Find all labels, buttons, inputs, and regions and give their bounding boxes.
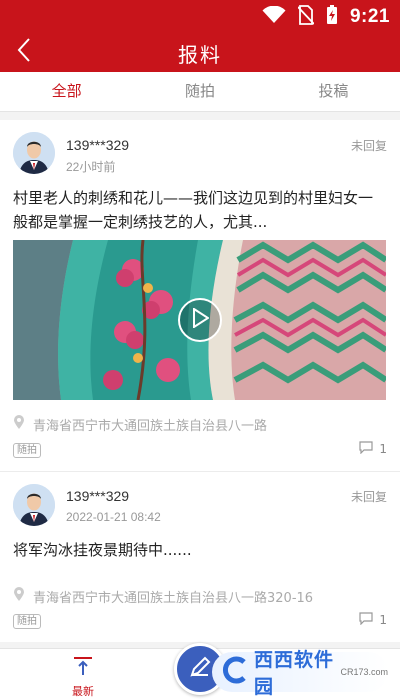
avatar[interactable] — [13, 484, 55, 526]
no-sim-icon — [297, 5, 315, 29]
post-card[interactable]: 139***329 2022-01-21 08:42 未回复 将军沟冰挂夜景期待… — [0, 472, 400, 642]
location: 青海省西宁市大通回族土族自治县八一路320-16 — [13, 586, 313, 606]
location-pin-icon — [13, 414, 25, 434]
play-button[interactable] — [178, 298, 222, 342]
page-title: 报料 — [178, 43, 222, 67]
post-card[interactable]: 139***329 22小时前 未回复 村里老人的刺绣和花儿——我们这边见到的村… — [0, 120, 400, 472]
video-thumbnail[interactable] — [13, 240, 386, 400]
nav-latest-label: 最新 — [72, 685, 94, 698]
wifi-icon — [262, 5, 286, 28]
user-name: 139***329 — [66, 137, 130, 153]
battery-charging-icon — [326, 5, 338, 29]
category-tag: 随拍 — [13, 443, 41, 458]
reply-status: 未回复 — [350, 490, 387, 504]
status-bar: 9:21 — [0, 0, 400, 33]
comment-count: 1 — [379, 613, 387, 627]
post-time: 22小时前 — [66, 160, 116, 174]
nav-latest[interactable]: 最新 — [48, 655, 118, 699]
post-time: 2022-01-21 08:42 — [66, 510, 161, 524]
watermark-c-icon — [222, 656, 250, 688]
post-text[interactable]: 将军沟冰挂夜景期待中...... — [13, 538, 387, 562]
status-icons: 9:21 — [262, 5, 390, 29]
watermark-logo: 西西软件园 CR173.com — [212, 650, 388, 698]
tab-snapshots[interactable]: 随拍 — [133, 72, 266, 111]
tab-submissions[interactable]: 投稿 — [267, 72, 400, 111]
category-tag: 随拍 — [13, 614, 41, 629]
comment-count: 1 — [379, 442, 387, 456]
location-text: 青海省西宁市大通回族土族自治县八一路 — [33, 418, 268, 434]
location-text: 青海省西宁市大通回族土族自治县八一路320-16 — [33, 590, 314, 606]
play-icon — [191, 307, 210, 332]
latest-icon — [72, 657, 94, 681]
pen-icon — [187, 654, 213, 684]
tab-all[interactable]: 全部 — [0, 72, 133, 111]
tab-bar: 全部 随拍 投稿 — [0, 72, 400, 112]
comment-button[interactable]: 1 — [359, 441, 387, 457]
user-name: 139***329 — [66, 488, 130, 504]
reply-status: 未回复 — [350, 139, 387, 153]
watermark-text: 西西软件园 — [254, 650, 335, 698]
location-pin-icon — [13, 586, 25, 606]
comment-button[interactable]: 1 — [359, 612, 387, 628]
status-time: 9:21 — [349, 6, 390, 27]
comment-icon — [359, 441, 373, 457]
post-text[interactable]: 村里老人的刺绣和花儿——我们这边见到的村里妇女一般都是掌握一定刺绣技艺的人，尤其… — [13, 186, 387, 234]
watermark-url: CR173.com — [340, 667, 388, 677]
avatar[interactable] — [13, 132, 55, 174]
nav-bar: 报料 — [0, 33, 400, 72]
location: 青海省西宁市大通回族土族自治县八一路 — [13, 414, 267, 434]
comment-icon — [359, 612, 373, 628]
section-gap — [0, 112, 400, 120]
